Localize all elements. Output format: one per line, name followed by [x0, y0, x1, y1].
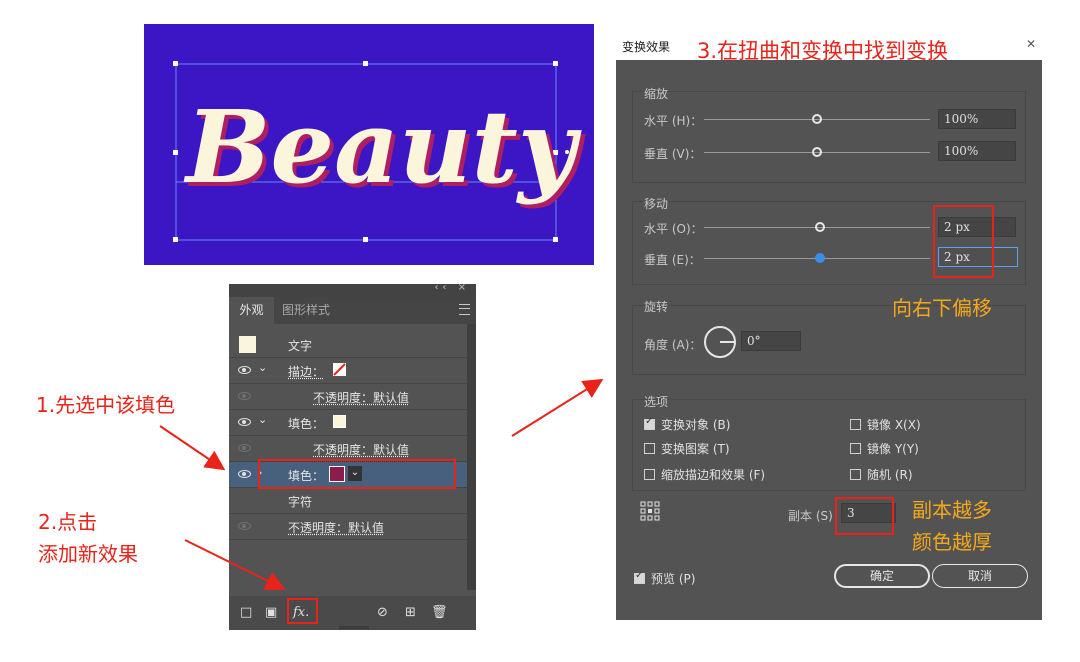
arrow-to-fx-button — [184, 539, 286, 590]
arrow-to-dialog — [511, 378, 604, 437]
annotation-arrows — [159, 378, 604, 590]
arrow-to-fill-row — [159, 425, 226, 471]
